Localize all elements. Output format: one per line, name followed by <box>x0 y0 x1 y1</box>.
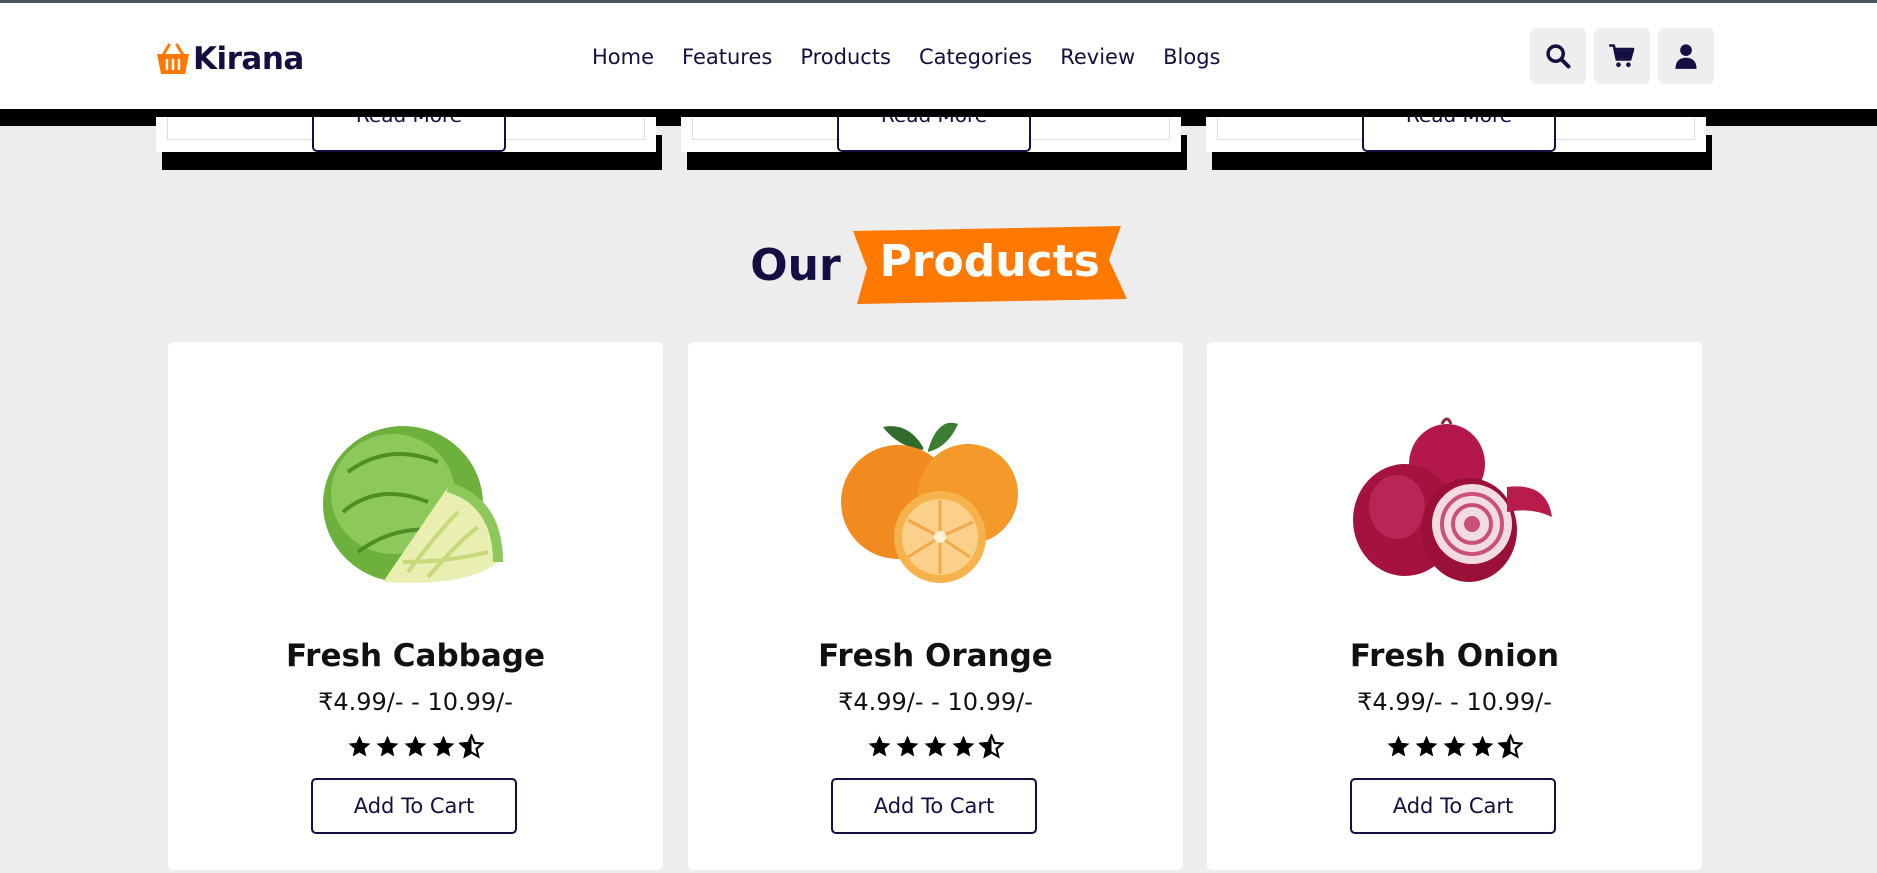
star-icon <box>952 735 975 757</box>
nav-products[interactable]: Products <box>800 45 891 69</box>
rating-stars <box>688 734 1183 759</box>
blog-card-2: Read More <box>681 117 1181 152</box>
section-heading: Our Products <box>0 226 1877 304</box>
blog-card-3: Read More <box>1206 117 1706 152</box>
user-button[interactable] <box>1658 28 1714 84</box>
basket-icon <box>157 43 189 74</box>
star-icon <box>1387 735 1410 757</box>
logo[interactable]: Kirana <box>155 37 304 81</box>
search-button[interactable] <box>1530 28 1586 84</box>
product-price: ₹4.99/- - 10.99/- <box>318 688 513 716</box>
rating-stars <box>1207 734 1702 759</box>
blog-card-1: Read More <box>156 117 656 152</box>
star-icon <box>404 735 427 757</box>
add-to-cart-button[interactable]: Add To Cart <box>311 778 517 834</box>
star-icon <box>1443 735 1466 757</box>
star-icon <box>896 735 919 757</box>
star-icon <box>432 735 455 757</box>
rating-stars <box>168 734 663 759</box>
cart-icon <box>1609 44 1635 68</box>
site-header: Kirana Home Features Products Categories… <box>0 3 1877 109</box>
add-to-cart-button[interactable]: Add To Cart <box>831 778 1037 834</box>
product-card-onion: Fresh Onion ₹4.99/- - 10.99/- Add To Car… <box>1207 342 1702 870</box>
header-icons <box>1530 28 1714 84</box>
user-icon <box>1675 44 1697 69</box>
logo-text: Kirana <box>193 41 304 77</box>
nav-features[interactable]: Features <box>682 45 772 69</box>
cabbage-image <box>323 426 503 583</box>
search-icon <box>1546 44 1571 69</box>
add-to-cart-button[interactable]: Add To Cart <box>1350 778 1556 834</box>
orange-image <box>841 422 1018 583</box>
star-half-icon <box>979 734 1004 759</box>
star-icon <box>868 735 891 757</box>
heading-ribbon: Products <box>852 226 1127 304</box>
product-name: Fresh Onion <box>1349 638 1560 674</box>
nav-blogs[interactable]: Blogs <box>1163 45 1220 69</box>
onion-image <box>1353 417 1552 582</box>
star-icon <box>1415 735 1438 757</box>
read-more-button[interactable]: Read More <box>1362 117 1556 152</box>
read-more-button[interactable]: Read More <box>312 117 506 152</box>
nav-categories[interactable]: Categories <box>919 45 1032 69</box>
product-name: Fresh Orange <box>818 638 1053 674</box>
star-half-icon <box>1498 734 1523 759</box>
heading-dark-text: Our <box>750 239 841 291</box>
main-nav: Home Features Products Categories Review… <box>592 45 1221 69</box>
read-more-button[interactable]: Read More <box>837 117 1031 152</box>
star-half-icon <box>459 734 484 759</box>
star-icon <box>348 735 371 757</box>
product-price: ₹4.99/- - 10.99/- <box>1357 688 1552 716</box>
product-price: ₹4.99/- - 10.99/- <box>838 688 1033 716</box>
star-icon <box>924 735 947 757</box>
nav-review[interactable]: Review <box>1060 45 1135 69</box>
heading-highlight-text: Products <box>879 236 1100 287</box>
star-icon <box>1471 735 1494 757</box>
star-icon <box>376 735 399 757</box>
product-card-cabbage: Fresh Cabbage ₹4.99/- - 10.99/- Add To C… <box>168 342 663 870</box>
product-name: Fresh Cabbage <box>285 638 545 674</box>
cart-button[interactable] <box>1594 28 1650 84</box>
nav-home[interactable]: Home <box>592 45 654 69</box>
product-card-orange: Fresh Orange ₹4.99/- - 10.99/- Add To Ca… <box>688 342 1183 870</box>
